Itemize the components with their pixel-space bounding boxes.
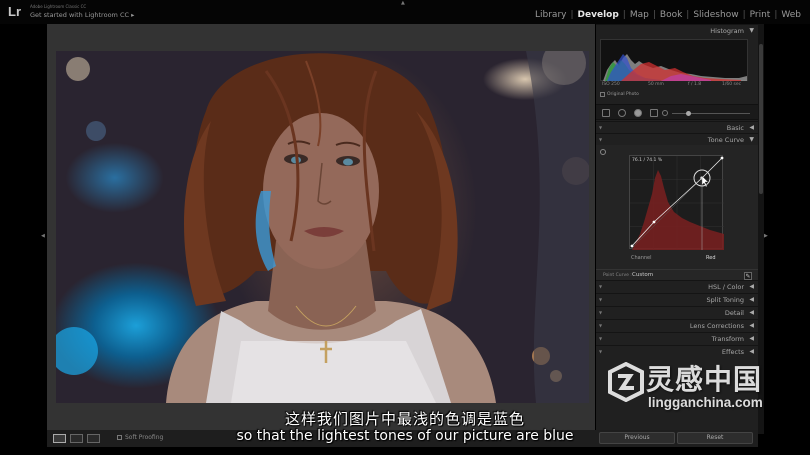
tone-curve-panel: 76.1 / 74.1 % Channel Red <box>596 145 758 269</box>
module-print[interactable]: Print <box>747 10 774 20</box>
histogram-graph[interactable] <box>600 39 748 81</box>
histogram-plot <box>603 54 747 81</box>
get-started-link[interactable]: Get started with Lightroom CC ▸ <box>30 11 134 19</box>
tone-curve-graph[interactable] <box>629 155 724 250</box>
site-watermark: 灵感中国 lingganchina.com <box>606 358 806 438</box>
expand-triangle-icon[interactable]: ◀ <box>749 124 754 131</box>
watermark-url: lingganchina.com <box>648 395 763 410</box>
expand-triangle-icon[interactable]: ◀ <box>749 309 754 316</box>
original-photo-toggle[interactable]: Original Photo <box>600 92 639 97</box>
histogram-header[interactable]: Histogram ▼ <box>596 24 758 37</box>
tone-curve-title: Tone Curve <box>707 136 744 144</box>
graduated-filter-icon[interactable] <box>650 109 658 117</box>
crop-tool-icon[interactable] <box>602 109 610 117</box>
channel-label: Channel <box>631 255 652 261</box>
portrait-photo <box>56 51 589 403</box>
module-library[interactable]: Library <box>532 10 569 20</box>
point-curve-label: Point Curve : <box>603 273 632 278</box>
effects-title: Effects <box>721 348 744 356</box>
expand-triangle-icon[interactable]: ◀ <box>749 322 754 329</box>
module-book[interactable]: Book <box>657 10 685 20</box>
switch-icon[interactable]: ▼ <box>599 284 602 289</box>
basic-title: Basic <box>726 124 744 132</box>
switch-icon[interactable]: ▼ <box>599 323 602 328</box>
module-develop[interactable]: Develop <box>575 10 622 20</box>
switch-icon[interactable]: ▼ <box>599 349 602 354</box>
hsl-header[interactable]: ▼ HSL / Color ◀ <box>596 280 758 293</box>
point-curve-select[interactable]: Custom <box>632 272 653 278</box>
expand-triangle-icon[interactable]: ◀ <box>749 348 754 355</box>
transform-header[interactable]: ▼ Transform ◀ <box>596 332 758 345</box>
module-map[interactable]: Map <box>627 10 652 20</box>
red-eye-icon[interactable] <box>634 109 642 117</box>
targeted-adjustment-icon[interactable] <box>600 149 606 155</box>
original-photo-checkbox[interactable] <box>600 92 605 97</box>
aperture: f / 1.8 <box>688 82 702 87</box>
effects-header[interactable]: ▼ Effects ◀ <box>596 345 758 358</box>
channel-select[interactable]: Red <box>706 255 716 261</box>
original-photo-label: Original Photo <box>607 92 639 97</box>
radial-filter-icon[interactable] <box>662 110 668 116</box>
spot-removal-icon[interactable] <box>618 109 626 117</box>
lightroom-logo: Lr <box>8 4 21 19</box>
identity-plate-bar: Lr Adobe Lightroom Classic CC Get starte… <box>0 0 810 24</box>
detail-title: Detail <box>724 309 744 317</box>
detail-header[interactable]: ▼ Detail ◀ <box>596 306 758 319</box>
expand-triangle-icon[interactable]: ◀ <box>749 283 754 290</box>
switch-icon[interactable]: ▼ <box>599 125 602 130</box>
collapse-triangle-icon[interactable]: ▼ <box>749 136 754 143</box>
module-picker: Library | Develop | Map | Book | Slideshow | Print… <box>532 10 804 20</box>
lens-corrections-header[interactable]: ▼ Lens Corrections ◀ <box>596 319 758 332</box>
right-panel-toggle-icon[interactable]: ▶ <box>764 233 768 239</box>
split-toning-header[interactable]: ▼ Split Toning ◀ <box>596 293 758 306</box>
iso-value: ISO 250 <box>602 82 620 87</box>
curve-plot <box>630 156 724 250</box>
transform-title: Transform <box>711 335 744 343</box>
top-panel-toggle-icon[interactable]: ▲ <box>401 0 405 6</box>
camera-info: ISO 250 50 mm f / 1.8 1/60 sec <box>600 82 748 90</box>
app-name: Adobe Lightroom Classic CC <box>30 4 87 9</box>
lens-corrections-title: Lens Corrections <box>689 322 744 330</box>
switch-icon[interactable]: ▼ <box>599 310 602 315</box>
watermark-title: 灵感中国 <box>646 363 763 396</box>
switch-icon[interactable]: ▼ <box>599 297 602 302</box>
adjustment-brush-slider[interactable] <box>672 111 750 116</box>
switch-icon[interactable]: ▼ <box>599 137 602 142</box>
module-slideshow[interactable]: Slideshow <box>690 10 741 20</box>
switch-icon[interactable]: ▼ <box>599 336 602 341</box>
hsl-title: HSL / Color <box>708 283 744 291</box>
focal-length: 50 mm <box>648 82 664 87</box>
shutter-speed: 1/60 sec <box>722 82 742 87</box>
slider-knob[interactable] <box>686 111 691 116</box>
split-toning-title: Split Toning <box>706 296 745 304</box>
tool-strip <box>596 104 758 120</box>
histogram-title: Histogram <box>710 27 744 35</box>
watermark-logo-icon <box>608 362 644 402</box>
edit-point-curve-icon[interactable]: ✎ <box>744 272 752 280</box>
photo-preview[interactable] <box>56 51 589 403</box>
scrollbar-thumb[interactable] <box>759 44 763 194</box>
module-web[interactable]: Web <box>778 10 804 20</box>
curve-value-readout: 76.1 / 74.1 % <box>632 158 663 163</box>
collapse-triangle-icon[interactable]: ▼ <box>749 27 754 34</box>
expand-triangle-icon[interactable]: ◀ <box>749 296 754 303</box>
expand-triangle-icon[interactable]: ◀ <box>749 335 754 342</box>
left-panel-toggle-icon[interactable]: ◀ <box>41 233 45 239</box>
